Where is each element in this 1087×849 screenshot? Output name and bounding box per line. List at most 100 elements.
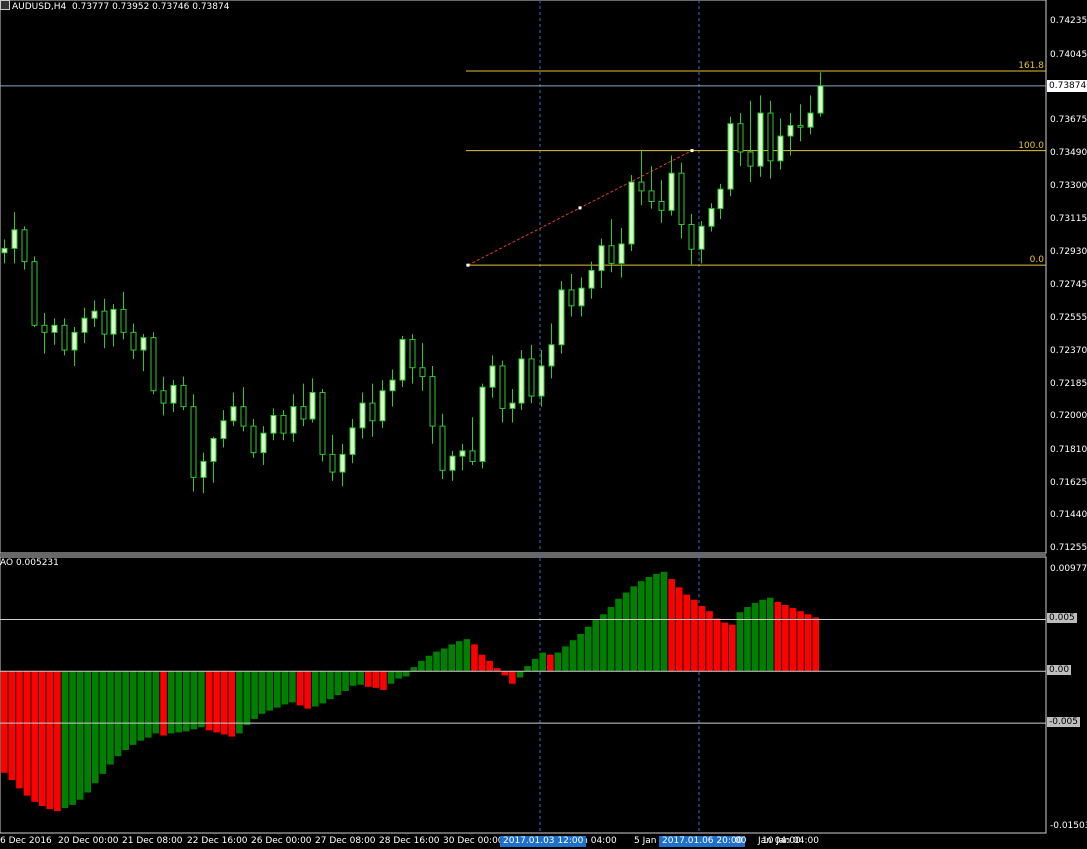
- price-axis-label: 0.74235: [1050, 16, 1087, 26]
- ao-bar-down: [38, 671, 46, 806]
- fibonacci-anchor-point: [578, 206, 582, 210]
- ao-bar-up: [516, 671, 524, 678]
- time-axis-label: 26 Dec 00:00: [251, 836, 312, 846]
- ao-bar-up: [630, 586, 637, 672]
- ao-bar-up: [600, 614, 607, 672]
- ao-bar-down: [774, 601, 782, 672]
- indicator-axis-label: -0.005: [1047, 717, 1081, 728]
- ao-bar-down: [713, 618, 721, 672]
- bullish-candle: [708, 208, 715, 227]
- bullish-candle: [578, 287, 585, 307]
- time-axis-label: 6 Dec 2016: [0, 836, 52, 846]
- bearish-candle: [439, 425, 446, 471]
- bullish-candle: [220, 420, 227, 439]
- ao-bar-up: [463, 639, 471, 672]
- bullish-candle: [260, 432, 267, 454]
- bullish-candle: [389, 379, 396, 392]
- bearish-candle: [150, 337, 157, 392]
- bullish-candle: [628, 181, 635, 245]
- bullish-candle: [538, 365, 545, 397]
- bearish-candle: [658, 200, 665, 211]
- ao-bar-down: [729, 624, 736, 672]
- time-axis-label: 20 Dec 00:00: [58, 836, 119, 846]
- bearish-candle: [61, 324, 68, 351]
- ao-bar-down: [1, 671, 8, 773]
- ao-bar-up: [645, 577, 653, 672]
- ao-bar-up: [653, 573, 660, 672]
- ao-bar-up: [183, 671, 190, 732]
- bullish-candle: [757, 112, 764, 167]
- ao-bar-up: [766, 597, 774, 672]
- bullish-candle: [449, 455, 456, 471]
- ao-bar-down: [23, 671, 31, 796]
- ao-bar-up: [266, 671, 273, 711]
- ao-bar-up: [440, 648, 448, 672]
- price-axis-label: 0.73115: [1050, 214, 1087, 225]
- ao-bar-up: [402, 671, 410, 677]
- bullish-candle: [71, 331, 78, 351]
- ao-bar-up: [607, 607, 615, 672]
- ao-bar-up: [190, 671, 198, 730]
- bullish-candle: [787, 124, 794, 137]
- ao-bar-up: [84, 671, 91, 793]
- time-axis-label: 28 Dec 16:00: [379, 836, 440, 846]
- ao-bar-down: [205, 671, 213, 731]
- price-axis-label: 0.71625: [1050, 477, 1087, 488]
- bullish-candle: [110, 308, 117, 335]
- ao-bar-up: [387, 671, 395, 684]
- bearish-candle: [568, 289, 575, 307]
- bullish-candle: [598, 245, 605, 271]
- bullish-candle: [668, 172, 675, 211]
- ao-bar-up: [577, 633, 584, 672]
- chart-canvas[interactable]: [0, 0, 1087, 849]
- ao-bar-up: [554, 652, 562, 672]
- ao-bar-up: [152, 671, 160, 734]
- indicator-axis-label: -0.01503: [1050, 821, 1087, 831]
- bullish-candle: [309, 391, 316, 420]
- ao-bar-up: [236, 671, 243, 734]
- bullish-candle: [588, 269, 595, 289]
- ao-bar-up: [448, 644, 455, 672]
- fibonacci-anchor-point: [690, 149, 694, 153]
- ao-bar-up: [281, 671, 289, 705]
- bearish-candle: [409, 338, 416, 369]
- bearish-candle: [429, 376, 436, 427]
- bearish-candle: [767, 112, 774, 162]
- bullish-candle: [489, 365, 496, 388]
- bearish-candle: [329, 453, 336, 473]
- price-axis-label: 0.72000: [1050, 411, 1087, 422]
- bullish-candle: [518, 358, 525, 404]
- bullish-candle: [698, 225, 705, 250]
- bullish-candle: [270, 414, 277, 434]
- ao-bar-up: [410, 667, 418, 672]
- ao-bar-down: [304, 671, 311, 709]
- bullish-candle: [170, 384, 177, 404]
- bullish-candle: [379, 390, 386, 422]
- indicator-axis-label: 0.00: [1047, 665, 1072, 676]
- ao-bar-down: [16, 671, 23, 789]
- ao-bar-down: [478, 654, 486, 672]
- price-axis-label: 0.71255: [1050, 543, 1087, 553]
- chart-symbol-timeframe: AUDUSD,H4: [12, 2, 67, 12]
- ao-bar-down: [486, 660, 493, 672]
- period-separator-time-tag: 2017.01.03 12:00: [500, 836, 587, 847]
- ao-bar-down: [380, 671, 387, 690]
- ao-bar-down: [365, 671, 372, 687]
- ao-bar-up: [311, 671, 319, 707]
- ao-bar-up: [122, 671, 129, 751]
- bullish-candle: [1, 247, 8, 254]
- bearish-candle: [240, 406, 247, 427]
- ao-bar-down: [54, 671, 61, 812]
- price-axis-label: 0.72745: [1050, 279, 1087, 290]
- ao-bar-up: [744, 607, 751, 672]
- ao-bar-up: [129, 671, 137, 745]
- ao-bar-up: [145, 671, 152, 738]
- ao-bar-up: [569, 640, 577, 672]
- price-axis-label: 0.72555: [1050, 313, 1087, 324]
- ao-bar-up: [433, 651, 440, 672]
- ao-bar-down: [160, 671, 167, 736]
- ao-bar-up: [61, 671, 69, 809]
- ao-bar-down: [675, 587, 683, 672]
- ao-bar-up: [622, 592, 630, 672]
- ao-bar-down: [683, 594, 691, 672]
